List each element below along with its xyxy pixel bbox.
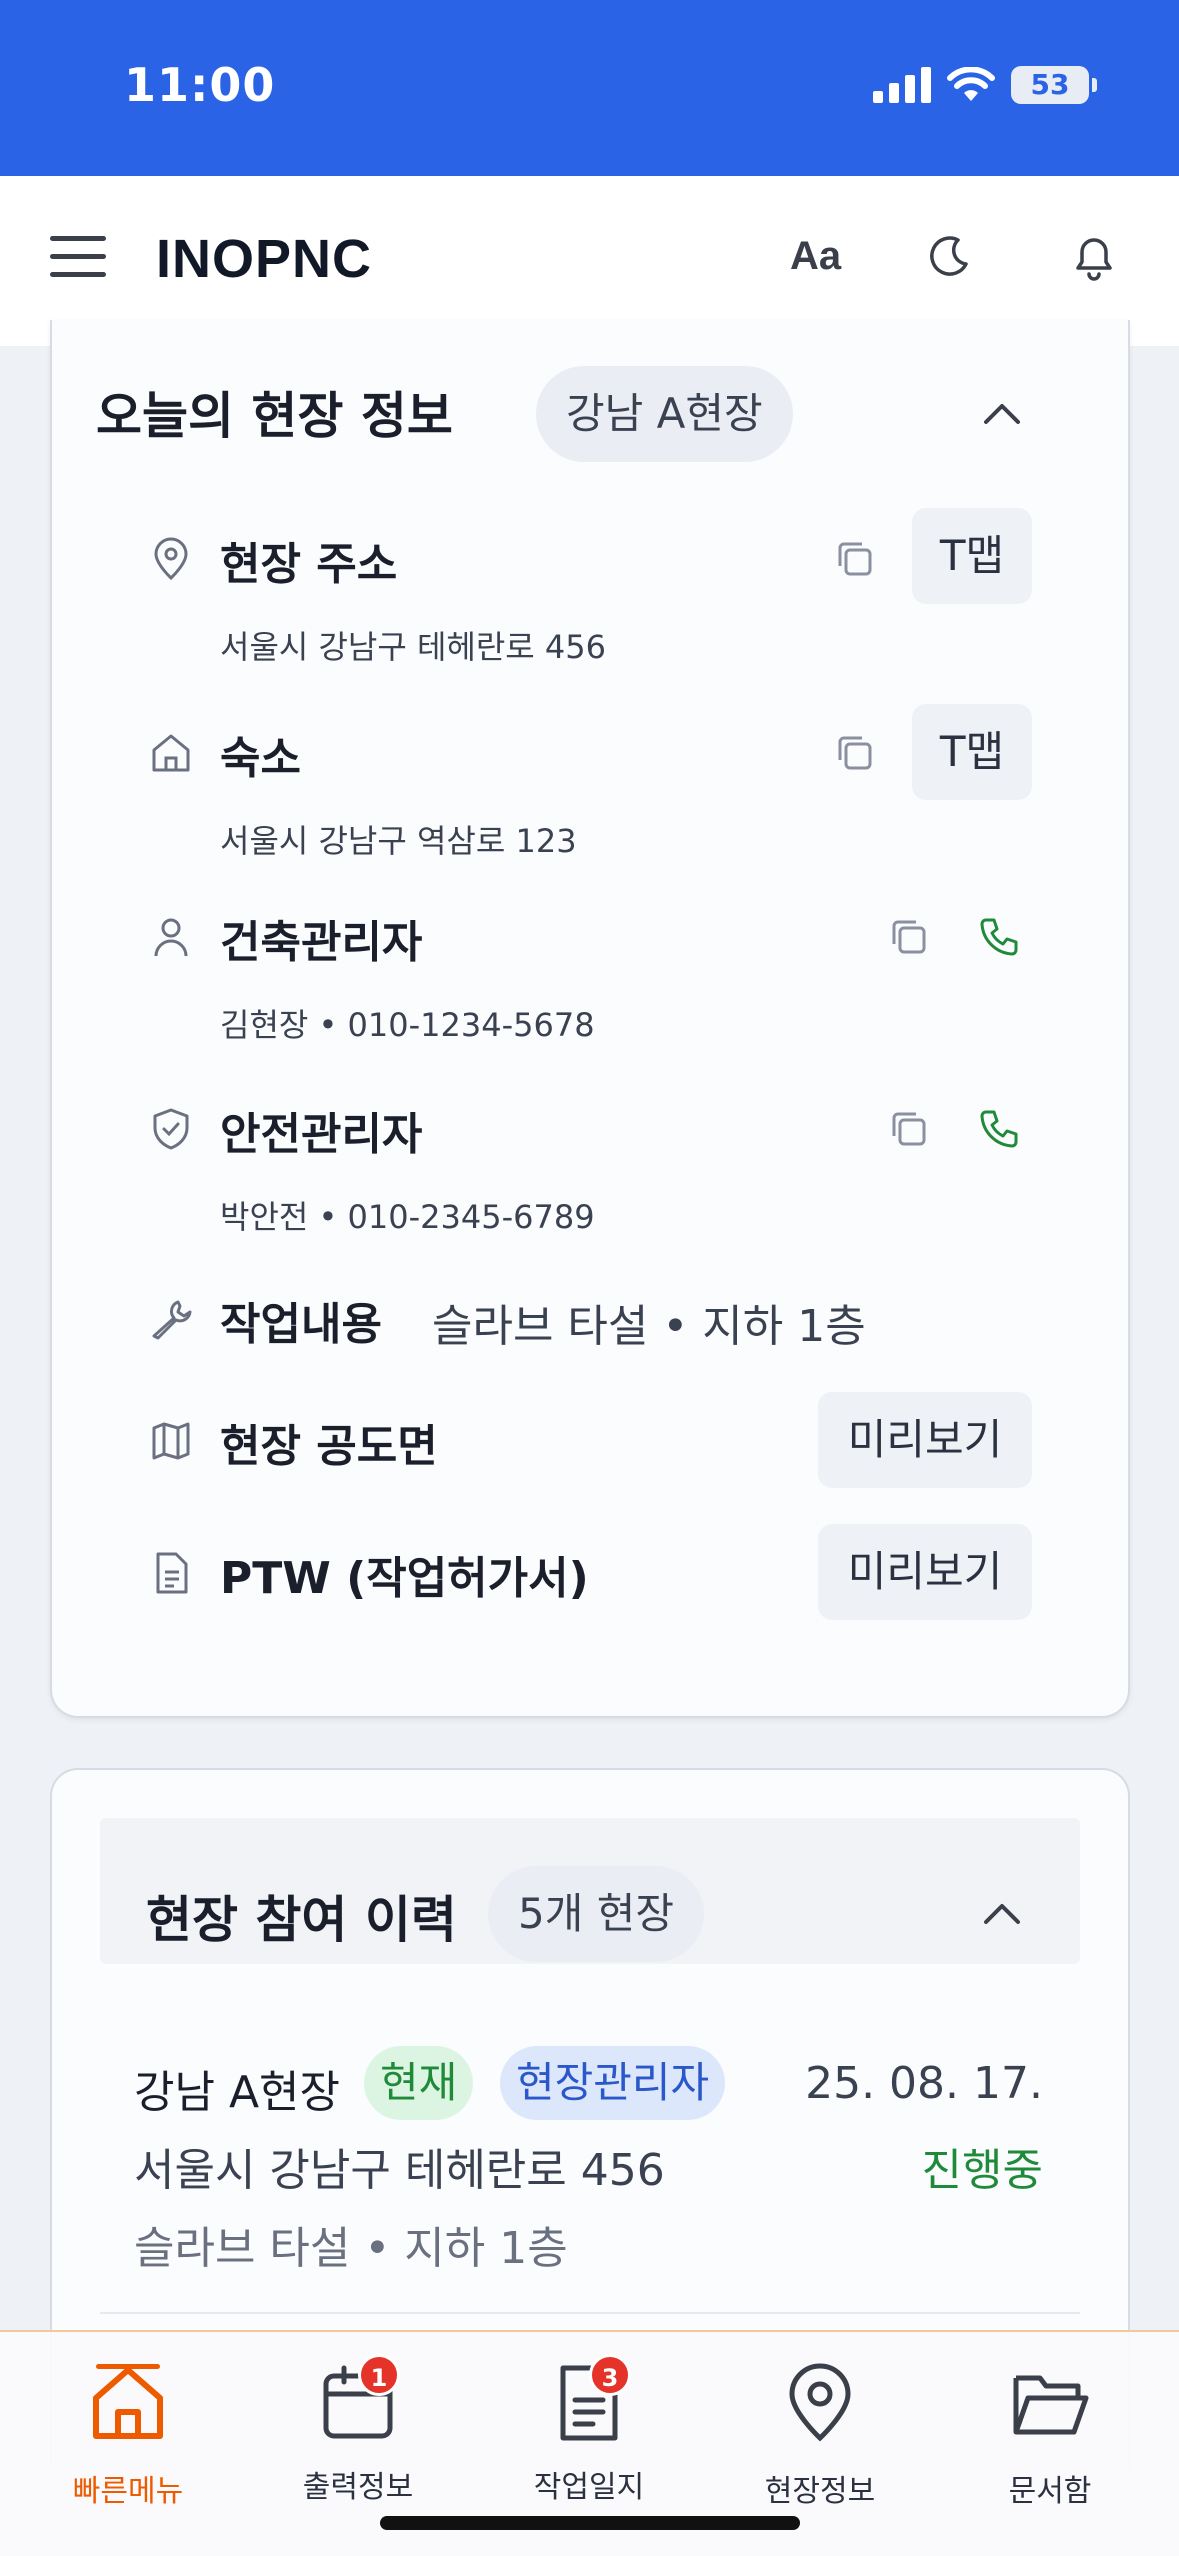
history-work: 슬라브 타설 • 지하 1층 bbox=[134, 2223, 568, 2274]
current-tag: 현재 bbox=[364, 2046, 474, 2120]
copy-icon[interactable] bbox=[886, 1106, 932, 1152]
chevron-up-icon[interactable] bbox=[980, 392, 1024, 436]
construction-manager-value: 김현장 • 010-1234-5678 bbox=[220, 1006, 595, 1044]
hamburger-menu-icon[interactable] bbox=[50, 236, 106, 286]
work-value: 슬라브 타설 • 지하 1층 bbox=[432, 1301, 866, 1352]
home-icon bbox=[93, 2367, 163, 2439]
copy-icon[interactable] bbox=[886, 914, 932, 960]
app-title: INOPNC bbox=[156, 229, 373, 289]
history-site-name[interactable]: 강남 A현장 bbox=[134, 2056, 340, 2120]
house-icon bbox=[152, 734, 190, 772]
site-address-label: 현장 주소 bbox=[220, 539, 398, 590]
nav-output-info[interactable]: 1 출력정보 bbox=[258, 2354, 458, 2506]
safety-manager-label: 안전관리자 bbox=[220, 1109, 423, 1160]
nav-site-info[interactable]: 현장정보 bbox=[720, 2360, 920, 2510]
copy-icon[interactable] bbox=[832, 536, 878, 582]
nav-label: 빠른메뉴 bbox=[72, 2474, 184, 2509]
site-address-value: 서울시 강남구 테헤란로 456 bbox=[220, 628, 606, 666]
folder-open-icon bbox=[1013, 2375, 1089, 2435]
status-bar: 11:00 53 bbox=[0, 0, 1179, 176]
nav-label: 문서함 bbox=[1008, 2474, 1092, 2509]
bell-icon[interactable] bbox=[1068, 230, 1120, 284]
drawing-preview-button[interactable]: 미리보기 bbox=[818, 1392, 1032, 1488]
ptw-preview-button[interactable]: 미리보기 bbox=[818, 1524, 1032, 1620]
notification-badge: 3 bbox=[589, 2354, 631, 2396]
role-tag: 현장관리자 bbox=[500, 2046, 726, 2120]
site-count-chip: 5개 현장 bbox=[488, 1866, 704, 1962]
document-icon bbox=[156, 1552, 188, 1594]
wrench-icon bbox=[152, 1300, 192, 1340]
chevron-up-icon[interactable] bbox=[980, 1892, 1024, 1936]
drawing-label: 현장 공도면 bbox=[220, 1421, 438, 1472]
copy-icon[interactable] bbox=[832, 730, 878, 776]
nav-label: 출력정보 bbox=[302, 2470, 414, 2505]
moon-icon[interactable] bbox=[924, 232, 974, 282]
nav-label: 현장정보 bbox=[764, 2474, 876, 2509]
tmap-address-button[interactable]: T맵 bbox=[912, 508, 1032, 604]
home-indicator bbox=[380, 2516, 800, 2530]
nav-quick-menu[interactable]: 빠른메뉴 bbox=[28, 2360, 228, 2510]
site-chip: 강남 A현장 bbox=[536, 366, 793, 462]
battery-indicator: 53 bbox=[1011, 66, 1097, 104]
tmap-lodging-button[interactable]: T맵 bbox=[912, 704, 1032, 800]
notification-badge: 1 bbox=[358, 2354, 400, 2396]
phone-icon[interactable] bbox=[976, 914, 1022, 960]
status-icons: 53 bbox=[873, 66, 1097, 104]
phone-icon[interactable] bbox=[976, 1106, 1022, 1152]
font-size-button[interactable]: Aa bbox=[790, 234, 841, 279]
wifi-icon bbox=[947, 67, 995, 101]
history-address: 서울시 강남구 테헤란로 456 bbox=[134, 2145, 665, 2196]
lodging-value: 서울시 강남구 역삼로 123 bbox=[220, 822, 577, 860]
nav-work-log[interactable]: 3 작업일지 bbox=[489, 2354, 689, 2506]
nav-label: 작업일지 bbox=[533, 2470, 645, 2505]
signal-icon bbox=[873, 67, 931, 103]
safety-manager-value: 박안전 • 010-2345-6789 bbox=[220, 1198, 595, 1236]
nav-document-box[interactable]: 문서함 bbox=[950, 2360, 1150, 2510]
construction-manager-label: 건축관리자 bbox=[220, 917, 423, 968]
site-history-title: 현장 참여 이력 bbox=[146, 1891, 457, 1949]
user-icon bbox=[154, 918, 188, 957]
history-status: 진행중 bbox=[921, 2145, 1043, 2196]
location-pin-icon bbox=[789, 2363, 851, 2442]
divider bbox=[100, 2312, 1080, 2314]
work-label: 작업내용 bbox=[220, 1299, 382, 1350]
lodging-label: 숙소 bbox=[220, 733, 301, 784]
history-date: 25. 08. 17. bbox=[805, 2058, 1043, 2109]
status-time: 11:00 bbox=[124, 58, 276, 112]
today-site-title: 오늘의 현장 정보 bbox=[96, 387, 453, 445]
shield-check-icon bbox=[153, 1108, 189, 1150]
map-icon bbox=[152, 1422, 190, 1460]
ptw-label: PTW (작업허가서) bbox=[220, 1553, 589, 1604]
map-pin-icon bbox=[154, 537, 188, 581]
